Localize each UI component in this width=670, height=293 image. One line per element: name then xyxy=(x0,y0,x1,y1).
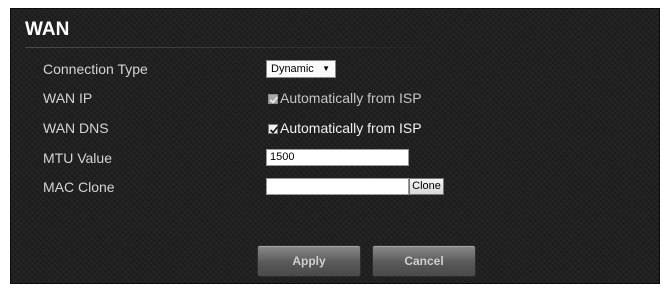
check-icon xyxy=(269,126,279,134)
title-divider xyxy=(25,47,453,48)
clone-button[interactable]: Clone xyxy=(409,178,444,195)
wan-dns-auto-checkbox[interactable] xyxy=(268,124,279,134)
mac-address-input[interactable] xyxy=(266,178,409,195)
wan-dns-auto-label: Automatically from ISP xyxy=(280,120,422,136)
connection-type-value: Dynamic xyxy=(271,63,314,75)
apply-button[interactable]: Apply xyxy=(257,245,361,277)
page-title: WAN xyxy=(25,19,70,40)
cancel-button[interactable]: Cancel xyxy=(372,245,476,277)
wan-settings-panel: WAN Connection Type Dynamic ▼ WAN IP Aut… xyxy=(10,8,660,284)
mtu-value-input[interactable]: 1500 xyxy=(266,149,409,166)
connection-type-select[interactable]: Dynamic ▼ xyxy=(266,60,336,78)
wan-ip-auto-checkbox[interactable] xyxy=(268,94,279,104)
mac-clone-label: MAC Clone xyxy=(43,179,115,195)
wan-ip-label: WAN IP xyxy=(43,90,93,106)
connection-type-label: Connection Type xyxy=(43,61,148,77)
mtu-value-label: MTU Value xyxy=(43,150,112,166)
wan-ip-auto-label: Automatically from ISP xyxy=(280,90,422,106)
check-icon xyxy=(269,96,279,104)
chevron-down-icon: ▼ xyxy=(322,64,330,73)
wan-dns-label: WAN DNS xyxy=(43,120,109,136)
